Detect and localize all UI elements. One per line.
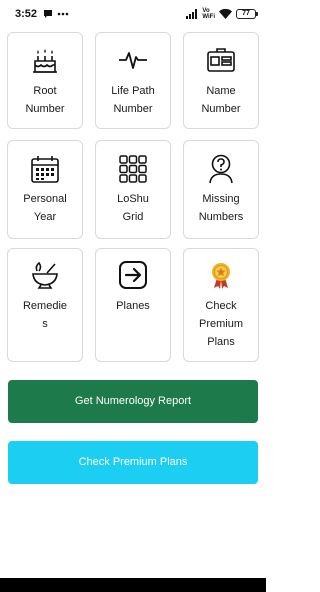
card-label: Life Path Number <box>111 85 155 115</box>
user-question-icon <box>209 154 233 184</box>
status-notification-icons <box>43 9 69 19</box>
system-nav-bar <box>0 578 266 592</box>
card-label: Personal Year <box>23 193 67 223</box>
mortar-pestle-icon <box>32 261 58 289</box>
signal-icon <box>186 9 198 19</box>
calendar-icon <box>31 156 59 183</box>
birthday-cake-icon <box>33 49 57 73</box>
status-system-icons: Vo WiFi 77 <box>186 8 258 20</box>
heartbeat-icon <box>119 52 147 69</box>
card-life-path-number[interactable]: Life Path Number <box>95 32 171 129</box>
card-label: Root Number <box>25 85 65 115</box>
battery-icon: 77 <box>236 9 258 19</box>
card-planes[interactable]: Planes <box>95 248 171 362</box>
card-missing-numbers[interactable]: Missing Numbers <box>183 140 259 239</box>
card-name-number[interactable]: Name Number <box>183 32 259 129</box>
check-premium-plans-button[interactable]: Check Premium Plans <box>8 441 258 484</box>
name-badge-icon <box>207 48 235 72</box>
more-dots-icon <box>57 12 69 16</box>
card-root-number[interactable]: Root Number <box>7 32 83 129</box>
arrow-right-box-icon <box>119 261 147 289</box>
feature-grid: Root Number Life Path Number Name Number <box>7 32 259 362</box>
card-label: Check Premium Plans <box>198 300 243 348</box>
card-personal-year[interactable]: Personal Year <box>7 140 83 239</box>
medal-icon <box>212 263 230 289</box>
get-numerology-report-button[interactable]: Get Numerology Report <box>8 380 258 423</box>
card-label: Missing Numbers <box>198 193 244 223</box>
card-label: Name Number <box>201 85 241 115</box>
card-label: LoShu Grid <box>117 193 149 223</box>
card-check-premium-plans[interactable]: Check Premium Plans <box>183 248 259 362</box>
card-label: Planes <box>116 300 150 312</box>
chat-bubble-icon <box>44 10 52 18</box>
card-remedies[interactable]: Remedie s <box>7 248 83 362</box>
status-bar: 3:52 Vo WiFi 77 <box>0 0 266 30</box>
status-time: 3:52 <box>15 8 38 20</box>
network-label: Vo WiFi <box>202 8 215 20</box>
card-loshu-grid[interactable]: LoShu Grid <box>95 140 171 239</box>
card-label: Remedie s <box>22 300 68 330</box>
wifi-icon <box>219 9 232 19</box>
grid-icon <box>119 155 147 183</box>
